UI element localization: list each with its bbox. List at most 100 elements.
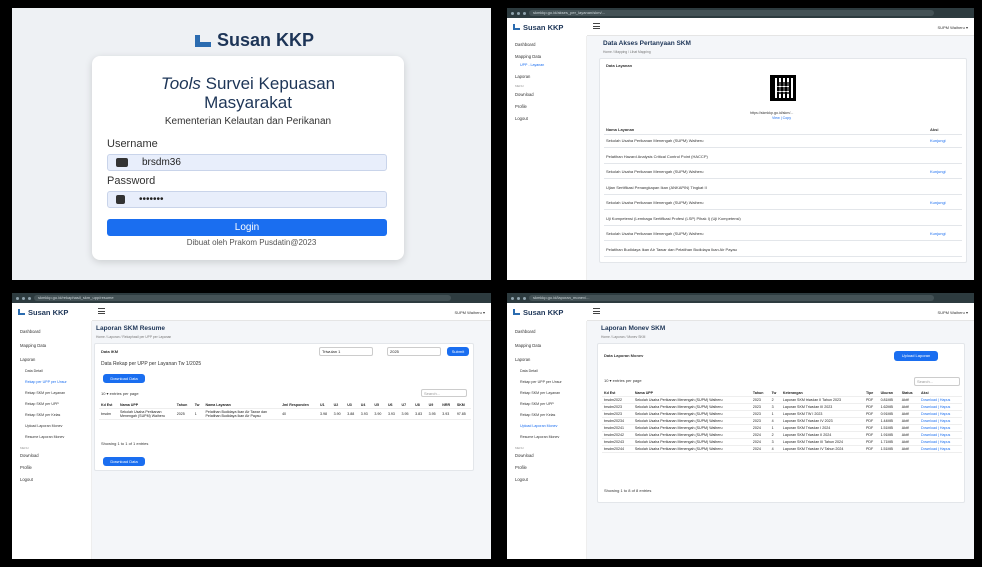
- back-icon[interactable]: [16, 296, 19, 300]
- sidebar-item-rekap-unsur[interactable]: Rekap per UPP per Unsur: [25, 380, 67, 384]
- forward-icon[interactable]: [517, 296, 520, 300]
- table-cell: Laporan SKM TW I 2023: [780, 410, 864, 418]
- entries-select[interactable]: 10 ▾ entries per page: [604, 378, 642, 383]
- kunjungi-link[interactable]: Kunjungi: [930, 200, 946, 205]
- sidebar-item-dashboard[interactable]: Dashboard: [515, 329, 536, 334]
- username-field[interactable]: brsdm36: [107, 154, 387, 171]
- download-data-button-2[interactable]: Download Data: [103, 457, 145, 466]
- triwulan-select[interactable]: Triwulan 1: [319, 347, 373, 356]
- sidebar-item-rekap-upp[interactable]: Rekap SKM per UPP: [520, 402, 554, 406]
- sidebar-item-download[interactable]: Download: [515, 453, 534, 458]
- menu-toggle-icon[interactable]: [98, 308, 105, 314]
- download-data-button[interactable]: Download Data: [103, 374, 145, 383]
- showing-entries: Showing 1 to 8 of 8 entries: [604, 488, 652, 493]
- search-input[interactable]: Search...: [421, 389, 467, 397]
- row-actions[interactable]: Download | Hapus: [919, 396, 962, 404]
- reload-icon[interactable]: [523, 11, 526, 15]
- search-input[interactable]: Search...: [914, 377, 960, 386]
- kunjungi-link[interactable]: Kunjungi: [930, 138, 946, 143]
- submit-button[interactable]: Submit: [447, 347, 469, 356]
- sidebar-item-mapping[interactable]: Mapping Data: [20, 343, 46, 348]
- address-bar[interactable]: skmkkp.go.id/rekaphasil_skm_upp/resume: [34, 295, 451, 301]
- login-button[interactable]: Login: [107, 219, 387, 236]
- table-cell: Sekolah Usaha Perikanan Menengah (SUPM) …: [632, 417, 751, 425]
- table-cell: Sekolah Usaha Perikanan Menengah (SUPM) …: [632, 445, 751, 453]
- user-menu[interactable]: SUPM Waiheru ▾: [937, 310, 968, 315]
- password-field[interactable]: •••••••: [107, 191, 387, 208]
- table-row: brsdm2023 Sekolah Usaha Perikanan Menenga…: [602, 403, 962, 411]
- sidebar-item-data-detail[interactable]: Data Detail: [25, 369, 43, 373]
- sidebar-item-resume-monev[interactable]: Resume Laporan Monev: [520, 435, 559, 439]
- forward-icon[interactable]: [22, 296, 25, 300]
- sidebar-item-mapping[interactable]: Mapping Data: [515, 343, 541, 348]
- sidebar-item-logout[interactable]: Logout: [20, 477, 33, 482]
- sidebar-item-logout[interactable]: Logout: [515, 477, 528, 482]
- sidebar-item-resume-monev[interactable]: Resume Laporan Monev: [25, 435, 64, 439]
- upload-laporan-button[interactable]: Upload Laporan: [894, 351, 938, 361]
- back-icon[interactable]: [511, 11, 514, 15]
- sidebar: Dashboard Mapping Data Laporan Data Deta…: [507, 321, 587, 559]
- sidebar-item-profile[interactable]: Profile: [515, 104, 527, 109]
- sidebar-item-dashboard[interactable]: Dashboard: [515, 42, 536, 47]
- table-cell: 1: [192, 408, 204, 420]
- sidebar-item-laporan[interactable]: Laporan: [515, 74, 530, 79]
- col-aksi: Aksi: [930, 127, 939, 132]
- sidebar-item-rekap-layanan[interactable]: Rekap SKM per Layanan: [25, 391, 65, 395]
- year-select[interactable]: 2025: [387, 347, 441, 356]
- row-actions[interactable]: Download | Hapus: [919, 417, 962, 425]
- row-actions[interactable]: Download | Hapus: [919, 410, 962, 418]
- sidebar-item-rekap-upp[interactable]: Rekap SKM per UPP: [25, 402, 59, 406]
- sidebar-item-rekap-kelas[interactable]: Rekap SKM per Kelas: [25, 413, 60, 417]
- lock-icon: [116, 195, 125, 204]
- sidebar-item-mapping[interactable]: Mapping Data: [515, 54, 541, 59]
- kunjungi-link[interactable]: Kunjungi: [930, 169, 946, 174]
- address-bar[interactable]: skmkkp.go.id/laporan_monev/...: [529, 295, 934, 301]
- reload-icon[interactable]: [28, 296, 31, 300]
- row-actions[interactable]: Download | Hapus: [919, 431, 962, 439]
- address-bar[interactable]: skmkkp.go.id/akses_per_layanan/skm/...: [529, 10, 934, 16]
- sidebar-item-download[interactable]: Download: [20, 453, 39, 458]
- login-title: Tools Survei Kepuasan: [92, 74, 404, 94]
- table-cell: Sekolah Usaha Perikanan Menengah (SUPM) …: [632, 424, 751, 432]
- table-cell: 2025: [174, 408, 193, 420]
- sidebar-item-dashboard[interactable]: Dashboard: [20, 329, 41, 334]
- row-actions[interactable]: Download | Hapus: [919, 438, 962, 446]
- table-cell: 97.85: [454, 408, 471, 420]
- table-cell: brsdm20234: [602, 417, 633, 425]
- sidebar-item-rekap-unsur[interactable]: Rekap per UPP per Unsur: [520, 380, 562, 384]
- forward-icon[interactable]: [517, 11, 520, 15]
- sidebar-item-rekap-layanan[interactable]: Rekap SKM per Layanan: [520, 391, 560, 395]
- sidebar-item-logout[interactable]: Logout: [515, 116, 528, 121]
- row-actions[interactable]: Download | Hapus: [919, 445, 962, 453]
- sidebar-item-download[interactable]: Download: [515, 92, 534, 97]
- app-logo: Susan KKP: [507, 18, 587, 36]
- row-actions[interactable]: Download | Hapus: [919, 424, 962, 432]
- table-cell: brsdm20242: [602, 431, 633, 439]
- layanan-name: Sekolah Usaha Perikanan Menengah (SUPM) …: [606, 138, 704, 143]
- sidebar-item-upp-layanan[interactable]: UPP - Layanan: [520, 63, 544, 67]
- user-menu[interactable]: SUPM Waiheru ▾: [454, 310, 485, 315]
- sidebar-item-upload-monev[interactable]: Upload Laporan Monev: [520, 424, 557, 428]
- qr-links[interactable]: View | Copy: [772, 116, 791, 120]
- kunjungi-link[interactable]: Kunjungi: [930, 231, 946, 236]
- sidebar-item-laporan[interactable]: Laporan: [20, 357, 35, 362]
- sidebar-item-profile[interactable]: Profile: [515, 465, 527, 470]
- row-actions[interactable]: Download | Hapus: [919, 403, 962, 411]
- sidebar-item-upload-monev[interactable]: Upload Laporan Monev: [25, 424, 62, 428]
- sidebar-caption: MENU: [515, 84, 524, 88]
- row-divider: [604, 209, 962, 210]
- menu-toggle-icon[interactable]: [593, 308, 600, 314]
- sidebar-item-rekap-kelas[interactable]: Rekap SKM per Kelas: [520, 413, 555, 417]
- layanan-name: Pelatihan Hazard Analysis Critical Contr…: [606, 153, 708, 159]
- back-icon[interactable]: [511, 296, 514, 300]
- entries-select[interactable]: 10 ▾ entries per page: [101, 391, 139, 396]
- sidebar-item-profile[interactable]: Profile: [20, 465, 32, 470]
- kkp-logo-icon: [513, 24, 520, 30]
- sidebar-item-data-detail[interactable]: Data Detail: [520, 369, 538, 373]
- table-cell: brsdm2023: [602, 403, 633, 411]
- table-row: brsdm20244 Sekolah Usaha Perikanan Meneng…: [602, 445, 962, 453]
- user-menu[interactable]: SUPM Waiheru ▾: [937, 25, 968, 30]
- reload-icon[interactable]: [523, 296, 526, 300]
- menu-toggle-icon[interactable]: [593, 23, 600, 29]
- sidebar-item-laporan[interactable]: Laporan: [515, 357, 530, 362]
